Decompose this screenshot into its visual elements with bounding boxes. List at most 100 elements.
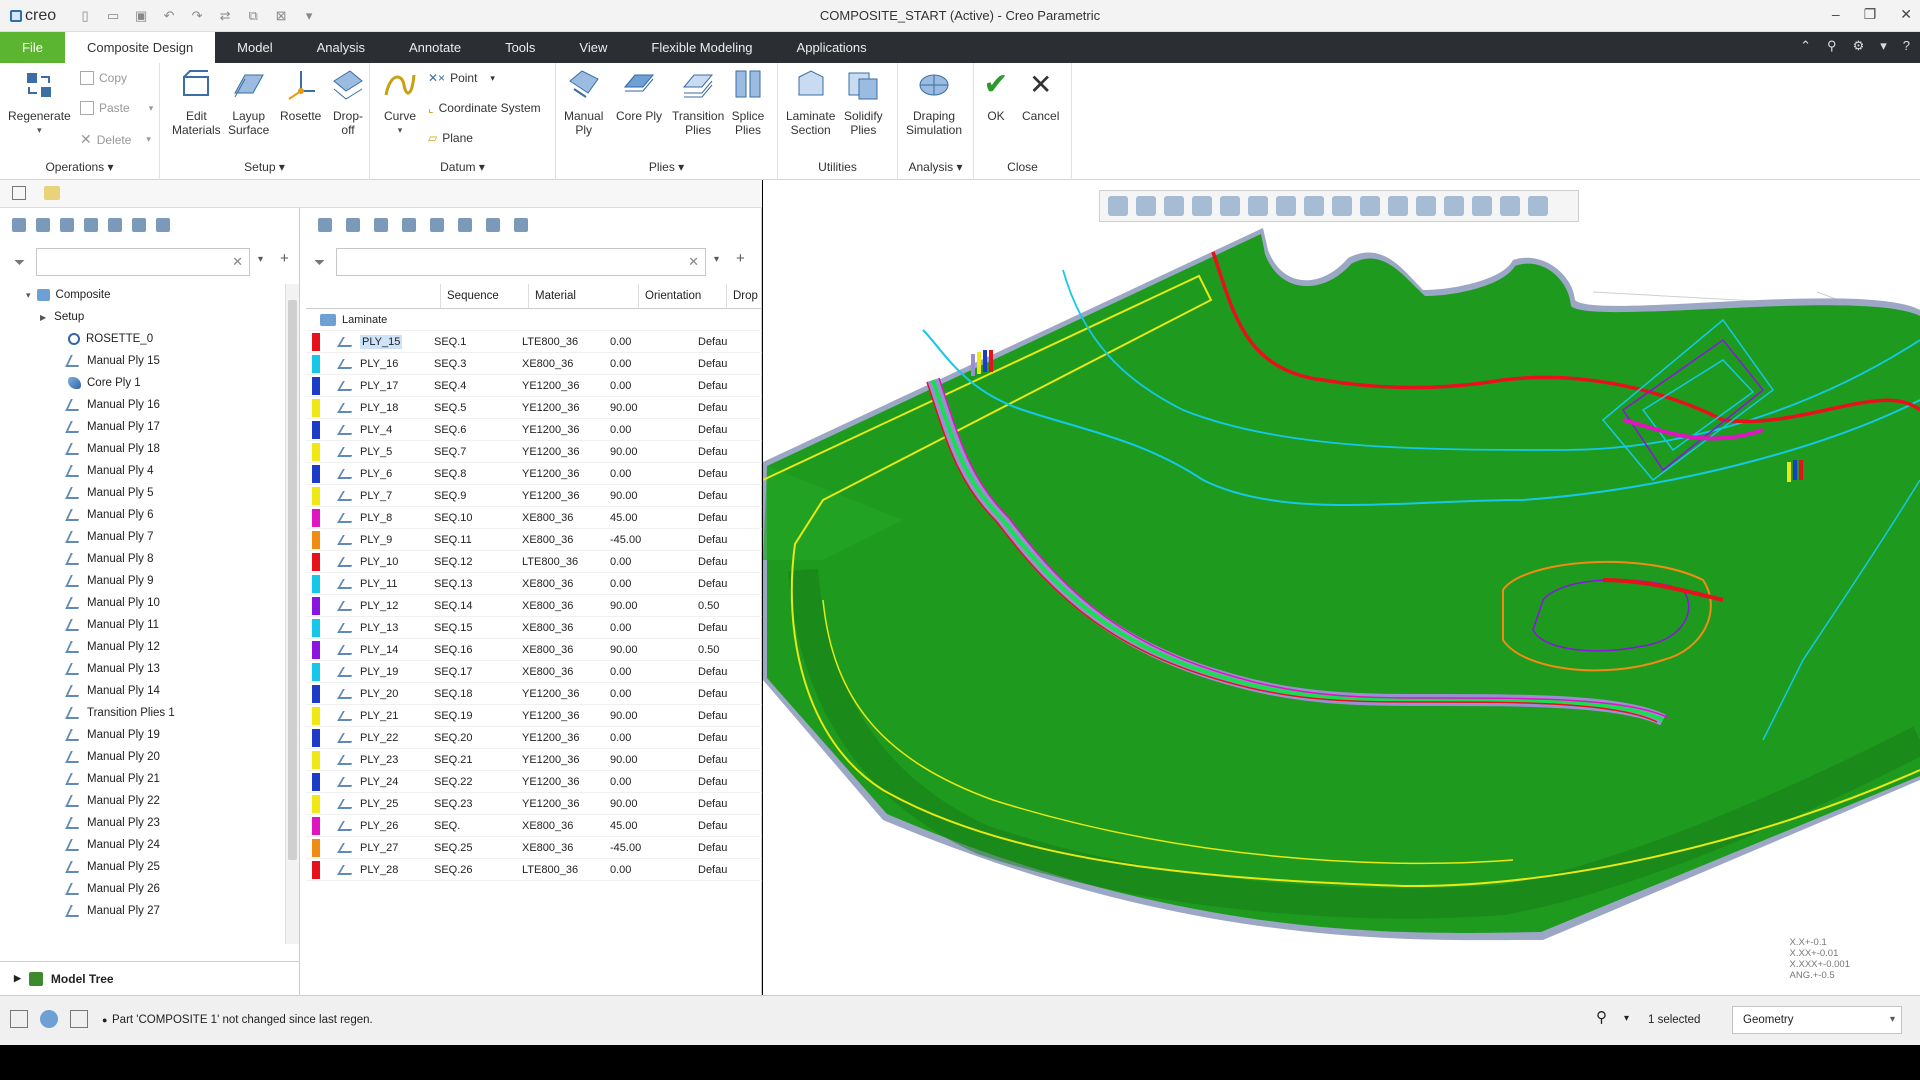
- table-row[interactable]: PLY_16 SEQ.3 XE800_36 0.00 Defau: [306, 353, 762, 375]
- filter-tree-icon[interactable]: [108, 218, 122, 232]
- table-row[interactable]: PLY_11 SEQ.13 XE800_36 0.00 Defau: [306, 573, 762, 595]
- table-row[interactable]: PLY_25 SEQ.23 YE1200_36 90.00 Defau: [306, 793, 762, 815]
- tree-item[interactable]: Manual Ply 21: [0, 768, 285, 790]
- collapse-ribbon-icon[interactable]: ⌃: [1800, 38, 1811, 54]
- tab-tools[interactable]: Tools: [483, 32, 557, 63]
- curve-button[interactable]: Curve ▾: [382, 67, 418, 137]
- table-row[interactable]: PLY_24 SEQ.22 YE1200_36 0.00 Defau: [306, 771, 762, 793]
- table-row[interactable]: PLY_4 SEQ.6 YE1200_36 0.00 Defau: [306, 419, 762, 441]
- transition-plies-button[interactable]: Transition Plies: [672, 67, 724, 137]
- table-columns-icon[interactable]: [486, 218, 500, 232]
- tree-item[interactable]: Manual Ply 6: [0, 504, 285, 526]
- table-row[interactable]: PLY_17 SEQ.4 YE1200_36 0.00 Defau: [306, 375, 762, 397]
- table-row[interactable]: PLY_14 SEQ.16 XE800_36 90.00 0.50: [306, 639, 762, 661]
- stack-options-icon[interactable]: [402, 218, 416, 232]
- edit-materials-button[interactable]: Edit Materials: [172, 67, 221, 137]
- list-view-icon[interactable]: [430, 218, 444, 232]
- group-label-analysis[interactable]: Analysis ▾: [898, 160, 973, 174]
- browser-icon[interactable]: [40, 1010, 58, 1028]
- filter-dropdown-icon[interactable]: ▾: [258, 254, 263, 265]
- expand-icon[interactable]: ▾: [26, 290, 31, 301]
- tree-item[interactable]: Manual Ply 4: [0, 460, 285, 482]
- core-ply-button[interactable]: Core Ply: [616, 67, 662, 123]
- tree-item[interactable]: Manual Ply 23: [0, 812, 285, 834]
- tree-item[interactable]: Manual Ply 27: [0, 900, 285, 922]
- composite-part-model[interactable]: [763, 180, 1920, 995]
- copy-button[interactable]: Copy: [80, 71, 127, 85]
- find-dropdown-icon[interactable]: ▾: [1624, 1013, 1629, 1024]
- tree-item[interactable]: ▶ Setup: [0, 306, 285, 328]
- solidify-plies-button[interactable]: Solidify Plies: [844, 67, 883, 137]
- search-icon[interactable]: ⚲: [1827, 38, 1837, 54]
- tab-view[interactable]: View: [557, 32, 629, 63]
- table-filter-dropdown-icon[interactable]: ▾: [714, 254, 719, 265]
- table-row[interactable]: PLY_5 SEQ.7 YE1200_36 90.00 Defau: [306, 441, 762, 463]
- tree-item[interactable]: Manual Ply 15: [0, 350, 285, 372]
- table-row[interactable]: PLY_23 SEQ.21 YE1200_36 90.00 Defau: [306, 749, 762, 771]
- column-material[interactable]: Material: [528, 284, 638, 308]
- toggle-navigator-icon[interactable]: [10, 1010, 28, 1028]
- stack-detail-icon[interactable]: [374, 218, 388, 232]
- dropdown-icon[interactable]: ▾: [1880, 38, 1887, 54]
- clear-icon[interactable]: ✕: [232, 254, 243, 270]
- table-row[interactable]: PLY_10 SEQ.12 LTE800_36 0.00 Defau: [306, 551, 762, 573]
- tab-analysis[interactable]: Analysis: [295, 32, 387, 63]
- tree-item[interactable]: Manual Ply 26: [0, 878, 285, 900]
- table-row[interactable]: PLY_26 SEQ. XE800_36 45.00 Defau: [306, 815, 762, 837]
- tab-file[interactable]: File: [0, 32, 65, 63]
- tab-model[interactable]: Model: [215, 32, 294, 63]
- tree-item[interactable]: Manual Ply 12: [0, 636, 285, 658]
- tree-item[interactable]: Manual Ply 17: [0, 416, 285, 438]
- table-clear-icon[interactable]: ✕: [688, 254, 699, 270]
- help-icon[interactable]: ?: [1903, 38, 1910, 54]
- cancel-button[interactable]: ✕ Cancel: [1022, 67, 1059, 123]
- customize-icon[interactable]: ▾: [300, 8, 318, 24]
- find-icon[interactable]: ⚲: [1596, 1008, 1607, 1026]
- table-row[interactable]: PLY_8 SEQ.10 XE800_36 45.00 Defau: [306, 507, 762, 529]
- save-icon[interactable]: ▣: [132, 8, 150, 24]
- tab-annotate[interactable]: Annotate: [387, 32, 483, 63]
- tree-item[interactable]: Core Ply 1: [0, 372, 285, 394]
- list-compact-icon[interactable]: [458, 218, 472, 232]
- group-label-operations[interactable]: Operations ▾: [0, 160, 159, 174]
- tab-flexible-modeling[interactable]: Flexible Modeling: [629, 32, 774, 63]
- group-label-plies[interactable]: Plies ▾: [556, 160, 777, 174]
- add-filter-icon[interactable]: +: [280, 250, 289, 267]
- table-row[interactable]: PLY_6 SEQ.8 YE1200_36 0.00 Defau: [306, 463, 762, 485]
- more-icon[interactable]: [156, 218, 170, 232]
- table-row[interactable]: PLY_12 SEQ.14 XE800_36 90.00 0.50: [306, 595, 762, 617]
- laminate-section-button[interactable]: Laminate Section: [786, 67, 835, 137]
- layup-surface-button[interactable]: Layup Surface: [228, 67, 269, 137]
- group-label-datum[interactable]: Datum ▾: [370, 160, 555, 174]
- regenerate-icon[interactable]: ⇄: [216, 8, 234, 24]
- tree-item[interactable]: ▾ Composite: [0, 284, 285, 306]
- expand-icon[interactable]: ▶: [40, 313, 46, 322]
- tree-item[interactable]: Manual Ply 5: [0, 482, 285, 504]
- table-row[interactable]: PLY_27 SEQ.25 XE800_36 -45.00 Defau: [306, 837, 762, 859]
- splice-plies-button[interactable]: Splice Plies: [730, 67, 766, 137]
- close-button[interactable]: ✕: [1900, 6, 1912, 23]
- model-tree-tab-icon[interactable]: [12, 186, 26, 200]
- table-add-filter-icon[interactable]: +: [736, 250, 745, 267]
- tree-scrollbar[interactable]: [285, 284, 299, 944]
- tree-item[interactable]: Manual Ply 20: [0, 746, 285, 768]
- table-row[interactable]: PLY_7 SEQ.9 YE1200_36 90.00 Defau: [306, 485, 762, 507]
- tree-item[interactable]: Manual Ply 13: [0, 658, 285, 680]
- selection-filter-select[interactable]: Geometry ▾: [1732, 1006, 1902, 1034]
- table-row[interactable]: PLY_28 SEQ.26 LTE800_36 0.00 Defau: [306, 859, 762, 881]
- manual-ply-button[interactable]: Manual Ply: [564, 67, 603, 137]
- draping-simulation-button[interactable]: Draping Simulation: [906, 67, 962, 137]
- column-drop[interactable]: Drop: [726, 284, 762, 308]
- group-label-setup[interactable]: Setup ▾: [160, 160, 369, 174]
- tree-item[interactable]: Manual Ply 11: [0, 614, 285, 636]
- table-settings-icon[interactable]: [514, 218, 528, 232]
- table-row[interactable]: PLY_20 SEQ.18 YE1200_36 0.00 Defau: [306, 683, 762, 705]
- tab-composite-design[interactable]: Composite Design: [64, 32, 216, 63]
- settings-tree-icon[interactable]: [132, 218, 146, 232]
- new-icon[interactable]: ▯: [76, 8, 94, 24]
- tree-item[interactable]: Manual Ply 14: [0, 680, 285, 702]
- show-icon[interactable]: [12, 218, 26, 232]
- open-icon[interactable]: ▭: [104, 8, 122, 24]
- restore-button[interactable]: ❐: [1864, 6, 1877, 23]
- graphics-viewport[interactable]: X.X+-0.1 X.XX+-0.01 X.XXX+-0.001 ANG.+-0…: [763, 180, 1920, 995]
